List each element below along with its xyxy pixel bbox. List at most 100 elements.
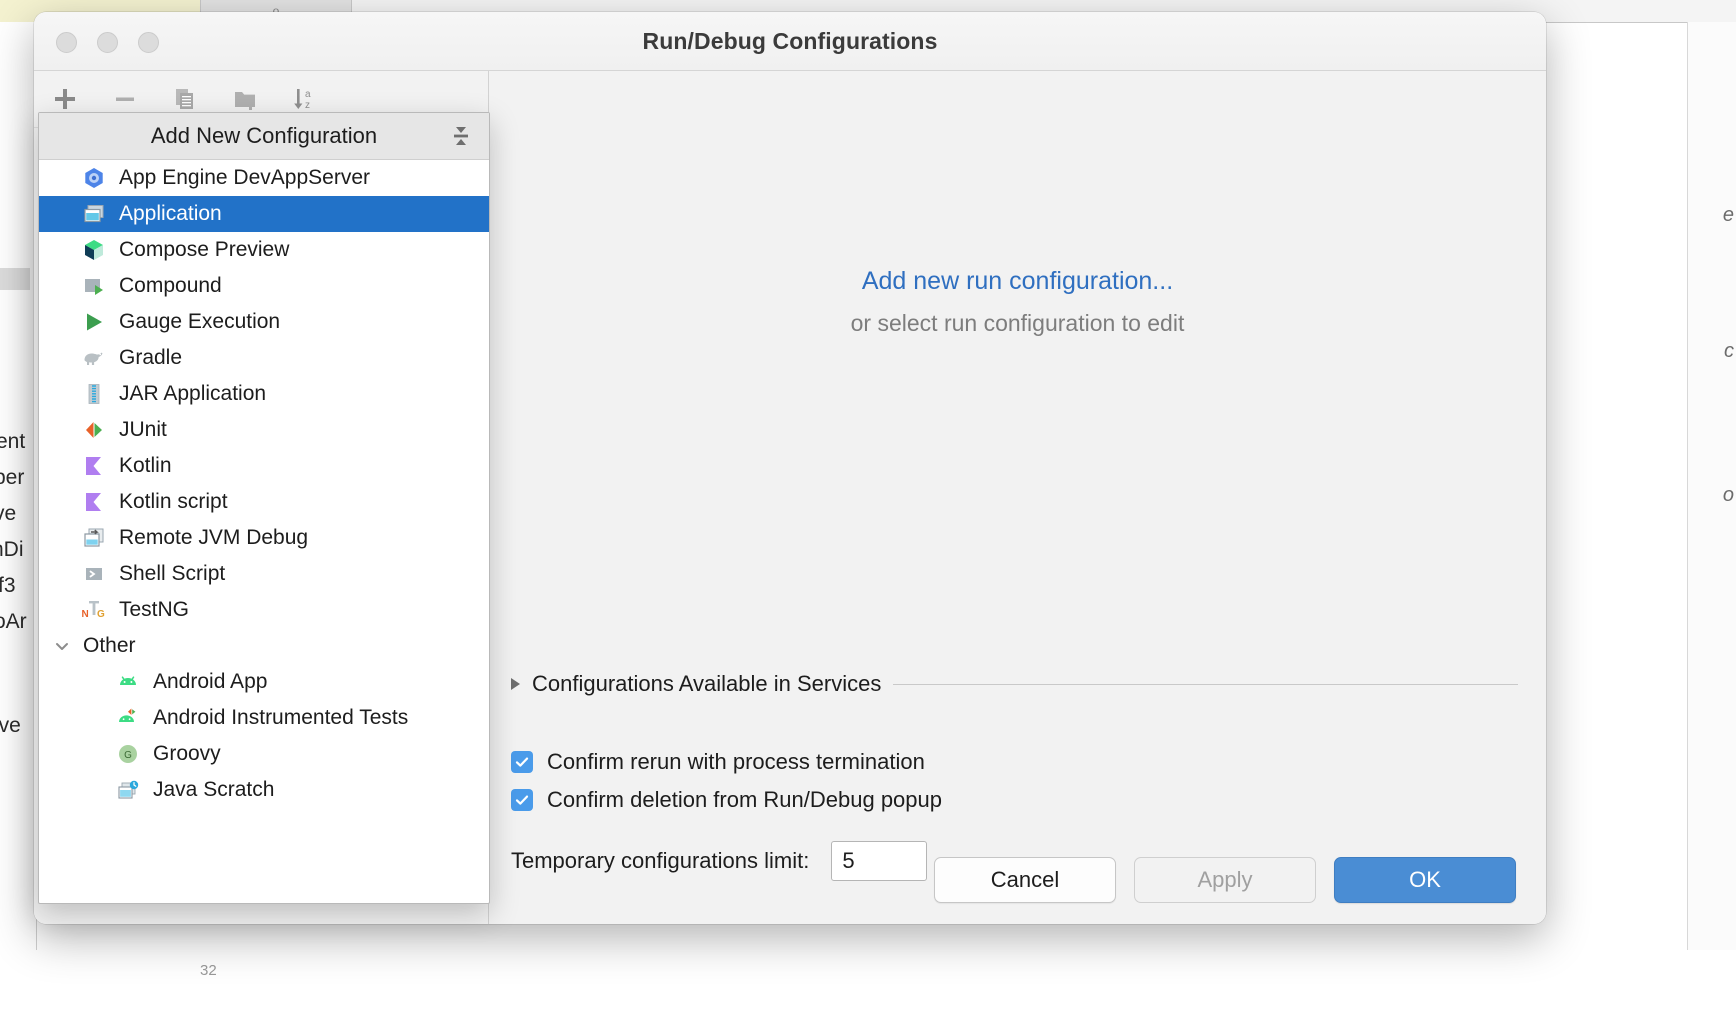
compound-icon (81, 273, 107, 299)
background-text-fragment: ber (0, 466, 25, 489)
jar-icon (81, 381, 107, 407)
background-left-panel: ent ber ve nDi f3 oAr ive (0, 290, 37, 950)
background-text-fragment: f3 (0, 574, 16, 597)
list-item-label: Remote JVM Debug (119, 526, 309, 549)
list-item-label: JAR Application (119, 382, 267, 405)
list-item-remote-jvm-debug[interactable]: Remote JVM Debug (39, 520, 489, 556)
confirm-rerun-label: Confirm rerun with process termination (547, 749, 925, 774)
list-item-shell-script[interactable]: Shell Script (39, 556, 489, 592)
list-item-kotlin[interactable]: Kotlin (39, 448, 489, 484)
list-item-jar-application[interactable]: JAR Application (39, 376, 489, 412)
gauge-run-icon (81, 309, 107, 335)
list-item-gauge-execution[interactable]: Gauge Execution (39, 304, 489, 340)
triangle-right-icon (511, 678, 520, 690)
close-button[interactable] (56, 32, 77, 53)
section-divider (893, 683, 1518, 685)
configuration-detail-pane: Add new run configuration... or select r… (489, 71, 1546, 924)
new-folder-button[interactable] (228, 82, 262, 116)
testng-icon: N G (81, 597, 107, 623)
list-item-junit[interactable]: JUnit (39, 412, 489, 448)
dialog-title: Run/Debug Configurations (642, 27, 938, 54)
section-label: Configurations Available in Services (532, 671, 882, 696)
java-scratch-icon (115, 777, 141, 803)
list-item-label: Compound (119, 274, 222, 297)
background-text-fragment: nDi (0, 538, 24, 561)
list-item-label: Shell Script (119, 562, 226, 585)
list-item-app-engine-devappserver[interactable]: App Engine DevAppServer (39, 160, 489, 196)
kotlin-icon (81, 489, 107, 515)
svg-text:N: N (82, 609, 89, 620)
android-test-icon (115, 705, 141, 731)
add-configuration-button[interactable] (48, 82, 82, 116)
dialog-footer: Cancel Apply OK (489, 835, 1546, 924)
list-item-label: Compose Preview (119, 238, 290, 261)
popup-title: Add New Configuration (150, 123, 378, 148)
confirm-deletion-checkbox[interactable] (511, 789, 533, 811)
chevron-down-icon[interactable] (51, 635, 73, 657)
list-item-label: Groovy (153, 742, 221, 765)
list-item-kotlin-script[interactable]: Kotlin script (39, 484, 489, 520)
configurations-available-in-services-section[interactable]: Configurations Available in Services (511, 671, 1518, 697)
android-icon (115, 669, 141, 695)
add-new-run-configuration-link[interactable]: Add new run configuration... (489, 267, 1546, 296)
popup-header: Add New Configuration (39, 113, 489, 160)
list-item-compound[interactable]: Compound (39, 268, 489, 304)
background-bottom-area: 32 (0, 950, 1736, 1034)
sort-alphabetically-button[interactable]: a z (288, 82, 322, 116)
list-item-android-app[interactable]: Android App (39, 664, 489, 700)
list-item-label: TestNG (119, 598, 190, 621)
list-item-android-instrumented-tests[interactable]: Android Instrumented Tests (39, 700, 489, 736)
background-text-fragment: o (1722, 484, 1734, 506)
minimize-button[interactable] (97, 32, 118, 53)
list-item-label: Application (119, 202, 222, 225)
compose-preview-icon (81, 237, 107, 263)
list-item-java-scratch[interactable]: Java Scratch (39, 772, 489, 808)
apply-button[interactable]: Apply (1134, 857, 1316, 903)
svg-text:G: G (124, 750, 132, 761)
background-text-fragment: e (1722, 204, 1734, 226)
confirm-rerun-checkbox-row[interactable]: Confirm rerun with process termination (511, 749, 925, 775)
list-item-groovy[interactable]: G Groovy (39, 736, 489, 772)
list-item-testng[interactable]: N G TestNG (39, 592, 489, 628)
confirm-deletion-checkbox-row[interactable]: Confirm deletion from Run/Debug popup (511, 787, 942, 813)
app-engine-icon (81, 165, 107, 191)
list-item-label: Kotlin (119, 454, 172, 477)
dialog-titlebar: Run/Debug Configurations (34, 12, 1546, 71)
shell-script-icon (81, 561, 107, 587)
list-item-label: Java Scratch (153, 778, 275, 801)
confirm-rerun-checkbox[interactable] (511, 751, 533, 773)
list-item-application[interactable]: Application (39, 196, 489, 232)
background-text-fragment: c (1724, 340, 1734, 362)
list-item-label: JUnit (119, 418, 167, 441)
kotlin-icon (81, 453, 107, 479)
application-icon (81, 201, 107, 227)
background-text-fragment: ve (0, 502, 17, 525)
empty-state-subtitle: or select run configuration to edit (850, 310, 1185, 336)
list-item-gradle[interactable]: Gradle (39, 340, 489, 376)
window-controls (56, 32, 159, 53)
zoom-button[interactable] (138, 32, 159, 53)
gradle-elephant-icon (81, 345, 107, 371)
list-group-label: Other (83, 634, 136, 657)
svg-text:G: G (97, 609, 105, 620)
remove-configuration-button[interactable] (108, 82, 142, 116)
svg-text:a: a (305, 89, 311, 100)
background-text-fragment: ive (0, 714, 21, 737)
copy-configuration-button[interactable] (168, 82, 202, 116)
background-text-fragment: ent (0, 430, 26, 453)
list-item-label: Android App (153, 670, 268, 693)
junit-icon (81, 417, 107, 443)
empty-state: Add new run configuration... or select r… (489, 267, 1546, 337)
confirm-deletion-label: Confirm deletion from Run/Debug popup (547, 787, 943, 812)
list-item-label: Kotlin script (119, 490, 228, 513)
background-right-edge: e c o (1687, 22, 1736, 1034)
list-item-compose-preview[interactable]: Compose Preview (39, 232, 489, 268)
collapse-all-icon[interactable] (447, 122, 475, 150)
ok-button[interactable]: OK (1334, 857, 1516, 903)
list-item-label: App Engine DevAppServer (119, 166, 370, 189)
cancel-button[interactable]: Cancel (934, 857, 1116, 903)
remote-debug-icon (81, 525, 107, 551)
background-line-number: 32 (200, 962, 217, 979)
svg-text:z: z (305, 100, 310, 111)
list-group-other[interactable]: Other (39, 628, 489, 664)
